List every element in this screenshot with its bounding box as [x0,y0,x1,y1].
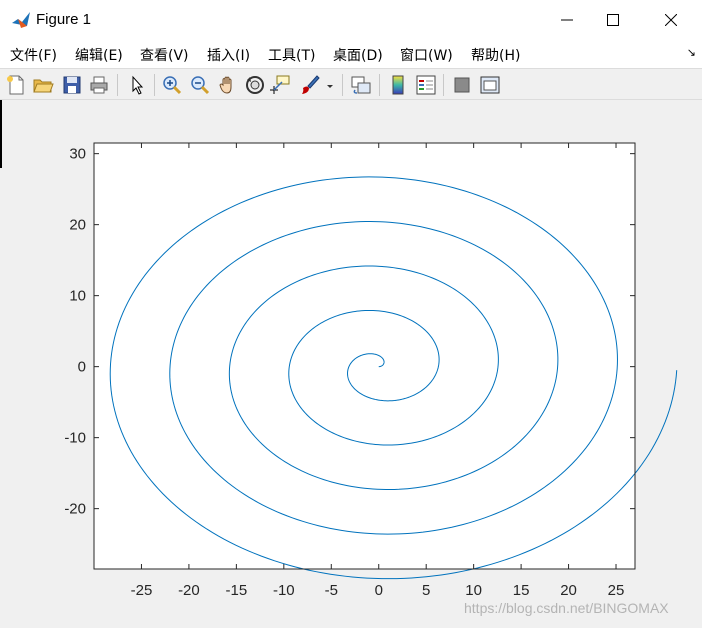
x-tick-label: 10 [465,582,482,599]
x-tick-label: 15 [513,582,530,599]
x-tick-labels: -25 -20 -15 -10 -5 0 5 10 15 20 25 [131,582,625,599]
axes-plot[interactable]: -25 -20 -15 -10 -5 0 5 10 15 20 25 -20 -10 0 10 20 30 h… [0,0,702,628]
x-tick-label: -5 [325,582,338,599]
y-tick-labels: -20 -10 0 10 20 30 [64,146,86,518]
x-tick-label: 20 [560,582,577,599]
x-tick-label: 5 [422,582,430,599]
y-tick-label: -20 [64,501,86,518]
x-tick-label: -15 [226,582,248,599]
x-tick-label: 0 [375,582,383,599]
y-tick-label: 10 [69,288,86,305]
watermark-text: https://blog.csdn.net/BINGOMAX [464,600,669,616]
y-tick-label: -10 [64,430,86,447]
x-tick-label: 25 [608,582,625,599]
y-tick-label: 20 [69,217,86,234]
x-tick-label: -25 [131,582,153,599]
x-tick-label: -20 [178,582,200,599]
x-tick-label: -10 [273,582,295,599]
y-tick-label: 0 [78,359,86,376]
y-tick-label: 30 [69,146,86,163]
